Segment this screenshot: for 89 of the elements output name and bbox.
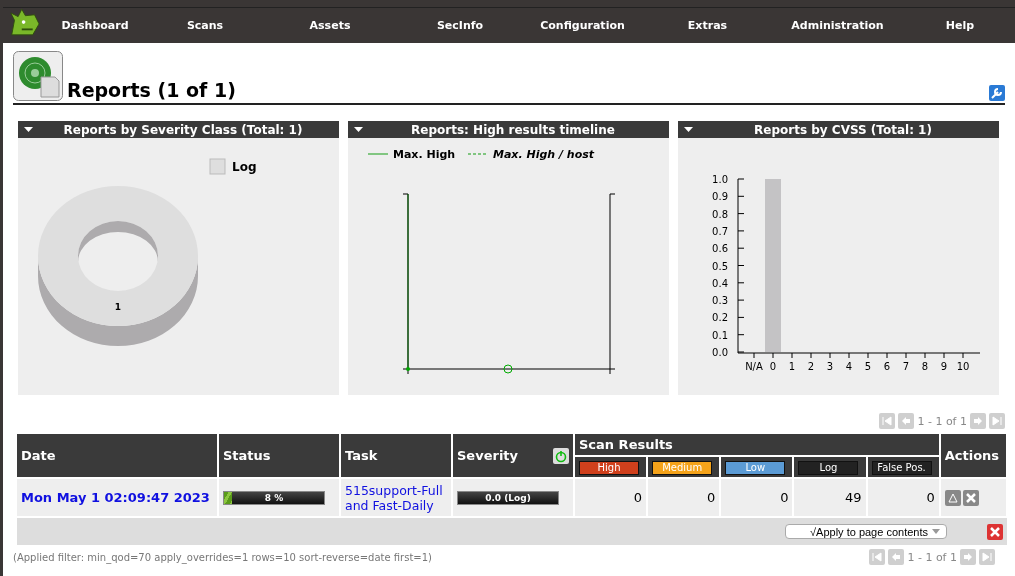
y-tick-label: 0.9	[712, 191, 728, 203]
nav-item[interactable]: SecInfo	[400, 19, 520, 32]
legend-label: Max. High	[393, 148, 456, 161]
page-title: Reports (1 of 1)	[67, 79, 237, 101]
column-header: Task	[341, 434, 451, 477]
x-tick-label: 6	[883, 361, 891, 372]
close-button[interactable]	[987, 523, 1003, 540]
next-page-button[interactable]	[970, 413, 986, 429]
x-tick-label: 1	[788, 361, 796, 372]
collapse-caret-icon[interactable]	[24, 127, 33, 132]
x-tick-label: N/A	[745, 361, 763, 372]
y-tick-label: 0.6	[712, 243, 728, 255]
panel-title: Reports by CVSS (Total: 1)	[753, 122, 933, 137]
table-cell: 0	[867, 479, 939, 516]
y-tick-label: 0.3	[712, 295, 728, 307]
nav-item[interactable]: Help	[905, 19, 1015, 32]
left-arrow-icon	[901, 416, 912, 426]
x-tick-label: 5	[864, 361, 872, 372]
severity-tag: Low	[725, 461, 786, 475]
x-tick-label: 7	[902, 361, 910, 372]
table-cell: 0	[575, 479, 647, 516]
y-tick-label: 0.2	[712, 312, 728, 324]
last-page-icon	[992, 416, 1002, 426]
nav-item[interactable]: Administration	[770, 19, 905, 32]
collapse-caret-icon[interactable]	[684, 127, 693, 132]
nav-item[interactable]: Dashboard	[40, 19, 150, 32]
previous-page-button[interactable]	[898, 413, 915, 429]
last-page-icon	[982, 552, 992, 562]
severity-bar: 0.0 (Log)	[457, 490, 559, 505]
nav-item[interactable]: Scans	[150, 19, 260, 32]
wrench-icon[interactable]	[989, 85, 1005, 101]
table-cell: 0	[721, 479, 793, 516]
right-arrow-icon	[973, 416, 983, 426]
x-tick-label: 0	[769, 361, 777, 372]
right-arrow-icon	[963, 552, 973, 562]
nav-item[interactable]: Configuration	[520, 19, 645, 32]
first-page-button[interactable]	[879, 413, 896, 429]
y-tick-label: 0.1	[712, 329, 728, 341]
x-tick-label: 8	[921, 361, 929, 372]
collapse-caret-icon[interactable]	[354, 127, 363, 132]
y-tick-label: 0.7	[712, 225, 728, 237]
x-tick-label: 9	[940, 361, 948, 372]
delta-button[interactable]	[944, 489, 961, 506]
y-tick-label: 0.0	[712, 347, 728, 358]
slice-label: 1	[114, 302, 122, 312]
legend-label: Log	[232, 160, 257, 174]
severity-tag: Log	[798, 461, 859, 475]
x-tick-label: 3	[826, 361, 834, 372]
severity-tag: Medium	[652, 461, 713, 475]
first-page-icon	[872, 552, 883, 562]
pager-text: 1 - 1 of 1	[907, 550, 957, 564]
power-icon[interactable]	[553, 447, 569, 464]
x-tick-label: 10	[956, 361, 970, 372]
delete-button[interactable]	[962, 489, 979, 506]
last-page-button[interactable]	[979, 549, 995, 565]
caret-icon	[932, 529, 940, 534]
next-page-button[interactable]	[960, 549, 976, 565]
apply-dropdown[interactable]: √Apply to page contents	[785, 524, 947, 539]
y-tick-label: 0.4	[712, 277, 728, 289]
y-tick-label: 0.8	[712, 208, 728, 220]
severity-tag: High	[579, 461, 639, 475]
column-header: Status	[219, 434, 339, 477]
y-tick-label: 1.0	[712, 174, 728, 185]
column-header: Actions	[940, 434, 1006, 477]
first-page-button[interactable]	[869, 549, 886, 565]
nav-item[interactable]: Extras	[645, 19, 770, 32]
status-progress-bar: 8 %	[223, 490, 325, 505]
y-tick-label: 0.5	[712, 260, 728, 272]
previous-page-button[interactable]	[888, 549, 905, 565]
legend-line-icon	[467, 153, 489, 155]
report-radar-icon	[13, 51, 63, 101]
table-cell: 49	[794, 479, 866, 516]
legend-label: Max. High / host	[493, 148, 595, 161]
column-header: Date	[17, 434, 217, 477]
x-tick-label: 2	[807, 361, 815, 372]
left-arrow-icon	[891, 552, 902, 562]
applied-filter-text: (Applied filter: min_qod=70 apply_overrides=1 rows=10 sort-reverse=date first=1)	[13, 552, 433, 563]
severity-tag: False Pos.	[871, 461, 932, 475]
panel-title: Reports: High results timeline	[410, 122, 616, 137]
first-page-icon	[882, 416, 893, 426]
last-page-button[interactable]	[989, 413, 1005, 429]
legend-line-icon	[367, 153, 389, 155]
column-group-header: Scan Results	[575, 434, 939, 455]
pager-text: 1 - 1 of 1	[917, 414, 967, 428]
panel-title: Reports by Severity Class (Total: 1)	[62, 122, 304, 137]
nav-item[interactable]: Assets	[260, 19, 400, 32]
table-cell: 0	[648, 479, 720, 516]
x-tick-label: 4	[845, 361, 853, 372]
column-title: Severity	[457, 447, 519, 464]
